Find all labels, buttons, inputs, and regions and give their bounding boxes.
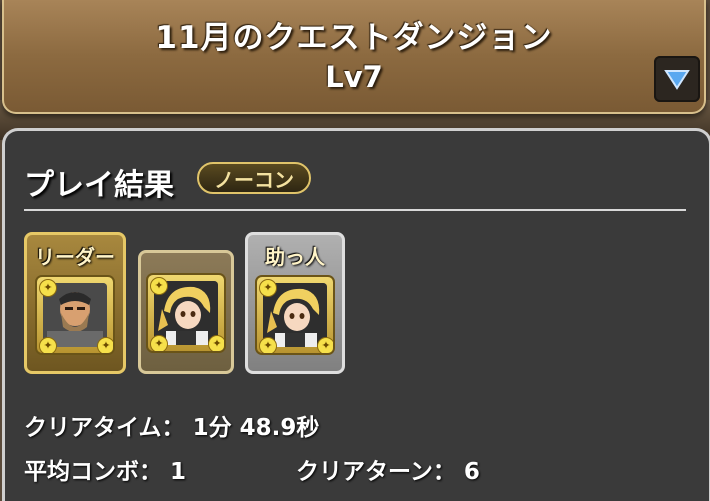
star-icon: ✦ — [150, 277, 168, 295]
helper-label: 助っ人 — [265, 245, 325, 269]
leader-slot[interactable]: リーダー ✦ ✦ ✦ — [24, 232, 126, 374]
dropdown-button[interactable] — [654, 56, 700, 102]
avg-combo-value: 1 — [170, 459, 187, 485]
clear-turn-row: クリアターン： 6 — [296, 452, 480, 486]
star-icon: ✦ — [259, 279, 277, 297]
dungeon-header: 11月のクエストダンジョン Lv7 — [2, 0, 706, 114]
leader-monster-card[interactable]: ✦ ✦ ✦ — [35, 275, 115, 355]
triangle-down-icon — [664, 70, 690, 90]
no-continue-badge: ノーコン — [197, 162, 311, 194]
star-icon: ✦ — [39, 279, 57, 297]
avg-combo-row: 平均コンボ： 1 — [24, 452, 186, 486]
dungeon-level: Lv7 — [325, 60, 383, 94]
dungeon-title: 11月のクエストダンジョン — [155, 20, 553, 56]
clear-time-row: クリアタイム： 1分 48.9秒 — [24, 408, 319, 442]
star-icon: ✦ — [97, 337, 113, 353]
clear-turn-value: 6 — [463, 459, 480, 485]
star-icon: ✦ — [317, 337, 333, 353]
sub-member-slot[interactable]: ✦ ✦ ✦ — [138, 250, 234, 374]
clear-time-value: 1分 48.9秒 — [192, 415, 320, 441]
clear-turn-label: クリアターン： — [296, 459, 456, 485]
avg-combo-label: 平均コンボ： — [24, 459, 162, 485]
leader-label: リーダー — [35, 245, 115, 269]
star-icon: ✦ — [150, 335, 168, 351]
star-icon: ✦ — [208, 335, 224, 351]
divider — [24, 209, 686, 211]
clear-time-label: クリアタイム： — [24, 415, 185, 441]
sub-monster-card[interactable]: ✦ ✦ ✦ — [146, 273, 226, 353]
helper-monster-card[interactable]: ✦ ✦ ✦ — [255, 275, 335, 355]
star-icon: ✦ — [259, 337, 277, 353]
helper-slot[interactable]: 助っ人 ✦ ✦ ✦ — [245, 232, 345, 374]
play-result-heading: プレイ結果 — [24, 168, 174, 203]
star-icon: ✦ — [39, 337, 57, 353]
